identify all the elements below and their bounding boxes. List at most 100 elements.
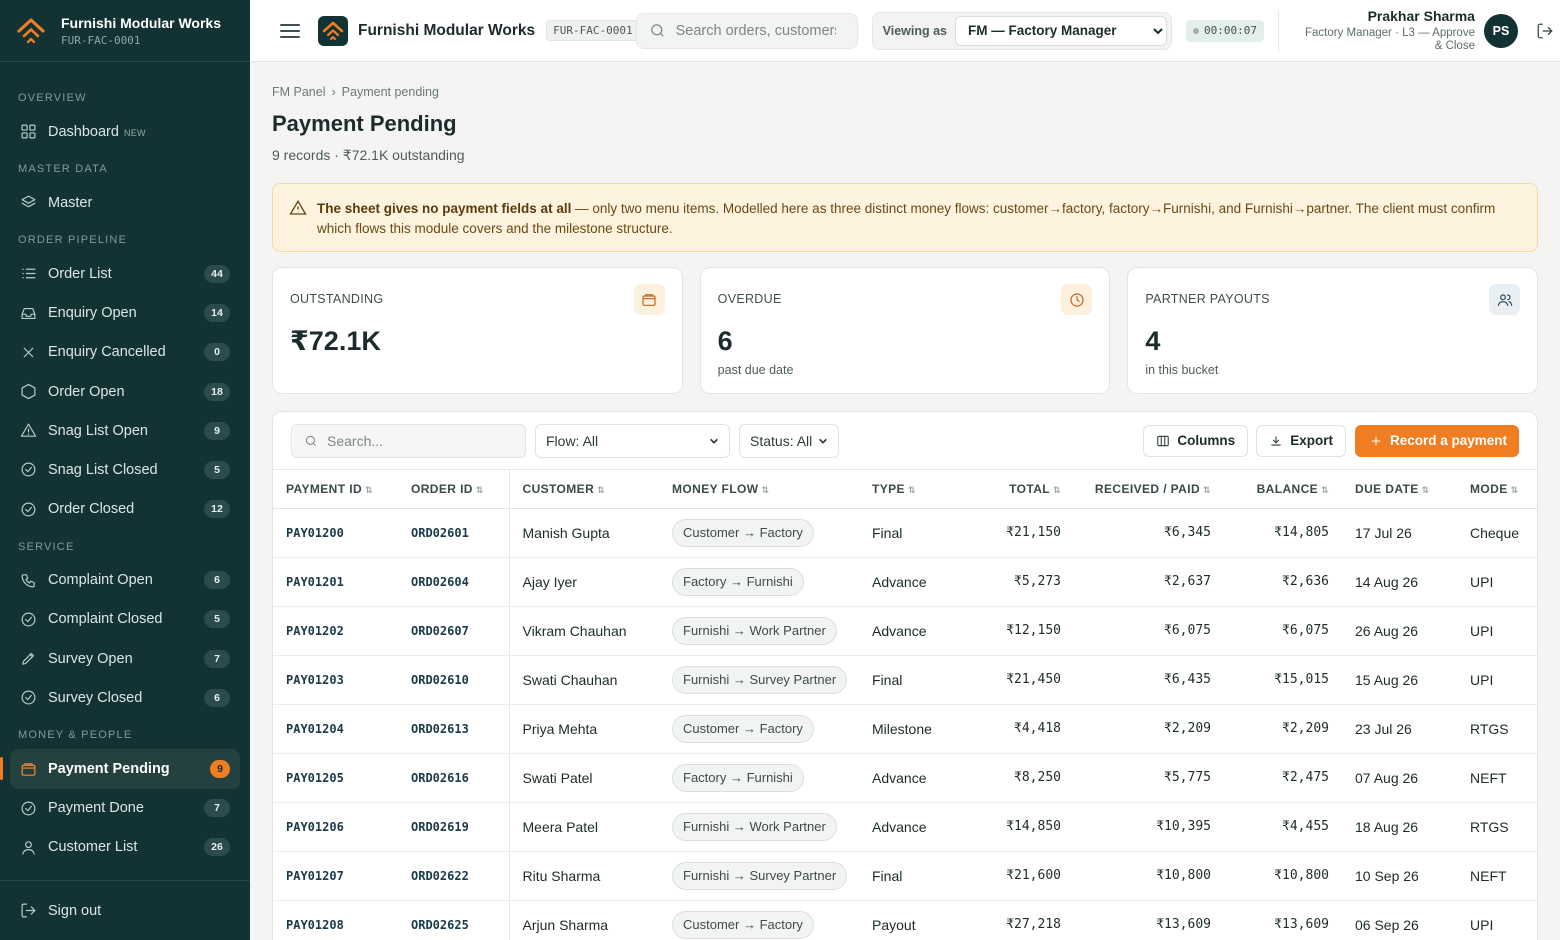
table-search-input[interactable] — [327, 432, 507, 449]
column-header[interactable]: MONEY FLOW ⇅ — [659, 470, 859, 509]
avatar[interactable]: PS — [1483, 13, 1518, 48]
table-row[interactable]: PAY01208 ORD02625 Arjun Sharma Customer → F… — [273, 900, 1537, 940]
sign-out-button[interactable]: Sign out — [10, 891, 240, 930]
menu-toggle-icon[interactable] — [280, 23, 300, 38]
table-cell: Cheque — [1457, 508, 1537, 558]
sidebar-item-enquiry-cancelled[interactable]: Enquiry Cancelled 0 — [10, 333, 240, 372]
payments-table-card: Flow: All Status: All Columns Export Rec… — [272, 411, 1538, 940]
page-subtitle: 9 records · ₹72.1K outstanding — [272, 147, 465, 163]
column-header[interactable]: TYPE ⇅ — [859, 470, 969, 509]
sidebar-item-order-open[interactable]: Order Open 18 — [10, 372, 240, 411]
table-search[interactable] — [291, 423, 526, 458]
sidebar-item-text: Enquiry Cancelled — [48, 344, 166, 361]
role-select[interactable]: FM — Factory Manager — [955, 15, 1167, 46]
sort-icon[interactable]: ⇅ — [908, 485, 916, 495]
table-header-row: PAYMENT ID ⇅ ORDER ID ⇅ CUSTOMER ⇅ MONEY FLOW ⇅… — [273, 470, 1537, 509]
logout-icon[interactable] — [1536, 22, 1554, 40]
table-cell: Advance — [859, 753, 969, 803]
sidebar-item-count: 12 — [204, 500, 230, 519]
sidebar-item-complaint-open[interactable]: Complaint Open 6 — [10, 561, 240, 600]
column-header[interactable]: BALANCE ⇅ — [1224, 470, 1342, 509]
column-header[interactable]: DUE DATE ⇅ — [1342, 470, 1457, 509]
table-row[interactable]: PAY01202 ORD02607 Vikram Chauhan Furnishi →… — [273, 606, 1537, 656]
flow-filter-label: Flow: All — [546, 432, 599, 449]
payment-id-link[interactable]: PAY01205 — [273, 753, 398, 803]
table-row[interactable]: PAY01204 ORD02613 Priya Mehta Customer → Fa… — [273, 704, 1537, 754]
flow-filter[interactable]: Flow: All — [535, 423, 730, 458]
session-timer: 00:00:07 — [1186, 19, 1264, 42]
column-header[interactable]: PAYMENT ID ⇅ — [273, 470, 398, 509]
payment-id-link[interactable]: PAY01200 — [273, 508, 398, 558]
payment-id-link[interactable]: PAY01208 — [273, 900, 398, 940]
sort-icon[interactable]: ⇅ — [1422, 485, 1430, 495]
payment-id-link[interactable]: PAY01204 — [273, 704, 398, 754]
sidebar-item-survey-open[interactable]: Survey Open 7 — [10, 639, 240, 678]
sidebar-item-complaint-closed[interactable]: Complaint Closed 5 — [10, 600, 240, 639]
order-id-link[interactable]: ORD02613 — [398, 704, 510, 754]
order-id-link[interactable]: ORD02625 — [398, 900, 510, 940]
sort-icon[interactable]: ⇅ — [1053, 485, 1061, 495]
money-flow-pill: Factory → Furnishi — [672, 763, 804, 792]
column-header[interactable]: TOTAL ⇅ — [969, 470, 1074, 509]
table-row[interactable]: PAY01206 ORD02619 Meera Patel Furnishi → Wo… — [273, 802, 1537, 852]
sidebar-item-order-list[interactable]: Order List 44 — [10, 254, 240, 293]
breadcrumb-root[interactable]: FM Panel — [272, 85, 326, 99]
table-row[interactable]: PAY01205 ORD02616 Swati Patel Factory → Fur… — [273, 753, 1537, 803]
check-circle-icon — [18, 688, 38, 708]
sidebar-item-enquiry-open[interactable]: Enquiry Open 14 — [10, 294, 240, 333]
column-header[interactable]: MODE ⇅ — [1457, 470, 1537, 509]
table-row[interactable]: PAY01201 ORD02604 Ajay Iyer Factory → Furni… — [273, 557, 1537, 607]
amount-cell: ₹13,609 — [1224, 900, 1342, 940]
table-cell: Final — [859, 655, 969, 705]
export-button[interactable]: Export — [1256, 424, 1346, 457]
sort-icon[interactable]: ⇅ — [365, 485, 373, 495]
column-header[interactable]: CUSTOMER ⇅ — [509, 470, 659, 509]
global-search[interactable] — [635, 12, 858, 49]
table-cell: UPI — [1457, 655, 1537, 705]
order-id-link[interactable]: ORD02616 — [398, 753, 510, 803]
payment-id-link[interactable]: PAY01206 — [273, 802, 398, 852]
status-filter[interactable]: Status: All — [739, 423, 839, 458]
sort-icon[interactable]: ⇅ — [1511, 485, 1519, 495]
sidebar-item-payment-pending[interactable]: Payment Pending 9 — [0, 749, 240, 789]
payments-table: PAYMENT ID ⇅ ORDER ID ⇅ CUSTOMER ⇅ MONEY FLOW ⇅… — [273, 470, 1537, 940]
column-header[interactable]: ORDER ID ⇅ — [398, 470, 510, 509]
sort-icon[interactable]: ⇅ — [761, 485, 769, 495]
sidebar-item-snag-list-closed[interactable]: Snag List Closed 5 — [10, 450, 240, 489]
column-header[interactable]: RECEIVED / PAID ⇅ — [1074, 470, 1224, 509]
sidebar-item-customer-list[interactable]: Customer List 26 — [10, 828, 240, 867]
sidebar-item-survey-closed[interactable]: Survey Closed 6 — [10, 678, 240, 717]
sort-icon[interactable]: ⇅ — [1203, 485, 1211, 495]
money-flow-cell: Furnishi → Work Partner — [659, 606, 859, 656]
record-payment-button[interactable]: Record a payment — [1354, 424, 1519, 457]
order-id-link[interactable]: ORD02622 — [398, 851, 510, 901]
sidebar-item-label: Order Open — [48, 384, 204, 400]
table-cell: RTGS — [1457, 704, 1537, 754]
payment-id-link[interactable]: PAY01207 — [273, 851, 398, 901]
order-id-link[interactable]: ORD02601 — [398, 508, 510, 558]
order-id-link[interactable]: ORD02610 — [398, 655, 510, 705]
sidebar-item-payment-done[interactable]: Payment Done 7 — [10, 789, 240, 828]
columns-button[interactable]: Columns — [1143, 424, 1249, 457]
global-search-input[interactable] — [675, 22, 836, 39]
sort-icon[interactable]: ⇅ — [1321, 485, 1329, 495]
table-row[interactable]: PAY01207 ORD02622 Ritu Sharma Furnishi → Su… — [273, 851, 1537, 901]
payment-id-link[interactable]: PAY01201 — [273, 557, 398, 607]
order-id-link[interactable]: ORD02619 — [398, 802, 510, 852]
payment-id-link[interactable]: PAY01203 — [273, 655, 398, 705]
order-id-link[interactable]: ORD02604 — [398, 557, 510, 607]
sidebar-item-order-closed[interactable]: Order Closed 12 — [10, 490, 240, 529]
sidebar-item-master[interactable]: Master — [10, 183, 240, 222]
sidebar-item-dashboard[interactable]: Dashboard NEW — [10, 112, 240, 151]
sidebar-item-count: 44 — [204, 264, 230, 283]
sort-icon[interactable]: ⇅ — [597, 485, 605, 495]
sidebar-brand[interactable]: Furnishi Modular Works FUR-FAC-0001 — [0, 0, 250, 62]
sort-icon[interactable]: ⇅ — [476, 485, 484, 495]
table-cell: Ajay Iyer — [509, 557, 659, 607]
table-cell: Vikram Chauhan — [509, 606, 659, 656]
table-row[interactable]: PAY01203 ORD02610 Swati Chauhan Furnishi → … — [273, 655, 1537, 705]
sidebar-item-snag-list-open[interactable]: Snag List Open 9 — [10, 411, 240, 450]
table-row[interactable]: PAY01200 ORD02601 Manish Gupta Customer → F… — [273, 508, 1537, 558]
order-id-link[interactable]: ORD02607 — [398, 606, 510, 656]
payment-id-link[interactable]: PAY01202 — [273, 606, 398, 656]
